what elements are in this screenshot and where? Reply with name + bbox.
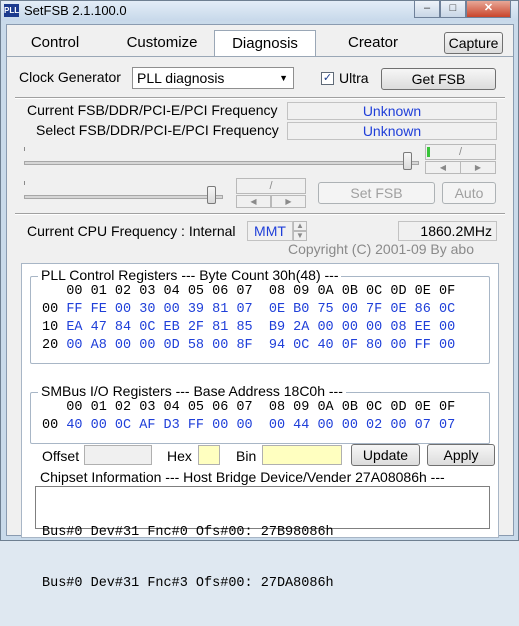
chipset-info-title: Chipset Information --- Host Bridge Devi…: [40, 469, 445, 485]
row-address: 10: [42, 320, 59, 335]
copyright-text: Copyright (C) 2001-09 By abo: [288, 241, 474, 257]
chevron-down-icon: ▼: [279, 73, 288, 83]
ratio-decrease-button[interactable]: ◀: [236, 195, 271, 208]
window-title: SetFSB 2.1.100.0: [24, 3, 127, 18]
offset-label: Offset: [42, 448, 80, 464]
fsb-slider-readout: /: [425, 144, 496, 160]
select-frequency-value: Unknown: [287, 122, 497, 140]
ratio-slider-readout: /: [236, 178, 306, 194]
tab-customize[interactable]: Customize: [117, 33, 207, 55]
pll-registers-title: PLL Control Registers --- Byte Count 30h…: [38, 267, 342, 283]
register-panel: PLL Control Registers --- Byte Count 30h…: [21, 263, 499, 591]
slider-tick: [24, 147, 25, 151]
clock-generator-label: Clock Generator: [19, 69, 121, 85]
update-button[interactable]: Update: [351, 444, 420, 466]
row-bytes[interactable]: 40 00 0C AF D3 FF 00 00 00 44 00 00 02 0…: [66, 418, 455, 433]
clock-generator-select[interactable]: PLL diagnosis ▼: [132, 67, 294, 89]
bin-label: Bin: [236, 448, 257, 464]
app-icon: PLL: [4, 4, 20, 17]
arrow-left-icon: ◀: [250, 197, 257, 206]
row-address: 00: [42, 302, 59, 317]
current-frequency-label: Current FSB/DDR/PCI-E/PCI Frequency: [27, 102, 278, 118]
ultra-label: Ultra: [339, 70, 369, 86]
fsb-decrease-button[interactable]: ◀: [425, 161, 461, 174]
pll-row-00[interactable]: 00 FF FE 00 30 00 39 81 07 0E B0 75 00 7…: [42, 302, 455, 317]
close-button[interactable]: ✕: [466, 1, 511, 18]
row-bytes[interactable]: EA 47 84 0C EB 2F 81 85 B9 2A 00 00 00 0…: [66, 320, 455, 335]
clock-generator-value: PLL diagnosis: [137, 70, 225, 86]
row-bytes[interactable]: FF FE 00 30 00 39 81 07 0E B0 75 00 7F 0…: [66, 302, 455, 317]
minimize-button[interactable]: –: [414, 1, 440, 18]
fsb-increase-button[interactable]: ▶: [460, 161, 496, 174]
offset-input[interactable]: [84, 445, 152, 465]
arrow-up-icon: ▲: [296, 221, 304, 230]
client-area: Control Customize Diagnosis Creator Capt…: [6, 24, 514, 591]
row-bytes[interactable]: 00 A8 00 00 0D 58 00 8F 94 0C 40 0F 80 0…: [66, 338, 455, 353]
mode-up-button[interactable]: ▲: [293, 221, 307, 231]
slider-tick: [24, 181, 25, 185]
mode-down-button[interactable]: ▼: [293, 231, 307, 241]
chipset-line: Bus#0 Dev#31 Fnc#3 Ofs#00: 27DA8086h: [42, 576, 334, 591]
smbus-row-00[interactable]: 00 40 00 0C AF D3 FF 00 00 00 44 00 00 0…: [42, 418, 455, 433]
ratio-increase-button[interactable]: ▶: [271, 195, 306, 208]
auto-button[interactable]: Auto: [442, 182, 496, 204]
maximize-button[interactable]: □: [440, 1, 466, 18]
capture-button[interactable]: Capture: [444, 32, 503, 54]
bin-input[interactable]: [262, 445, 342, 465]
cpu-frequency-label: Current CPU Frequency : Internal: [27, 223, 236, 239]
fsb-slider-thumb[interactable]: [403, 152, 412, 170]
smbus-column-header: 00 01 02 03 04 05 06 07 08 09 0A 0B 0C 0…: [42, 400, 456, 415]
arrow-right-icon: ▶: [285, 197, 292, 206]
pll-row-20[interactable]: 20 00 A8 00 00 0D 58 00 8F 94 0C 40 0F 8…: [42, 338, 455, 353]
set-fsb-button[interactable]: Set FSB: [318, 182, 435, 204]
close-icon: ✕: [483, 2, 494, 14]
row-address: 20: [42, 338, 59, 353]
cpu-frequency-value: 1860.2MHz: [398, 221, 497, 241]
get-fsb-button[interactable]: Get FSB: [381, 68, 496, 90]
chipset-line: Bus#0 Dev#31 Fnc#0 Ofs#00: 27B98086h: [42, 525, 334, 540]
arrow-down-icon: ▼: [296, 231, 304, 240]
minimize-icon: –: [423, 2, 431, 14]
hex-input[interactable]: [198, 445, 220, 465]
pll-row-10[interactable]: 10 EA 47 84 0C EB 2F 81 85 B9 2A 00 00 0…: [42, 320, 455, 335]
current-frequency-value: Unknown: [287, 102, 497, 120]
title-bar[interactable]: PLL SetFSB 2.1.100.0 – □ ✕: [1, 1, 518, 21]
tab-bar: Control Customize Diagnosis Creator Capt…: [7, 25, 513, 57]
chipset-info-list[interactable]: Bus#0 Dev#31 Fnc#0 Ofs#00: 27B98086h Bus…: [35, 486, 490, 591]
pll-column-header: 00 01 02 03 04 05 06 07 08 09 0A 0B 0C 0…: [42, 284, 456, 299]
smbus-registers-title: SMBus I/O Registers --- Base Address 18C…: [38, 383, 346, 399]
apply-button[interactable]: Apply: [427, 444, 495, 466]
ratio-slider-thumb[interactable]: [207, 186, 216, 204]
check-icon: ✓: [322, 72, 333, 84]
row-address: 00: [42, 418, 59, 433]
separator: [15, 97, 505, 99]
fsb-slider-readout-text: /: [458, 146, 463, 158]
level-indicator: [427, 147, 430, 157]
arrow-left-icon: ◀: [439, 163, 447, 172]
select-frequency-label: Select FSB/DDR/PCI-E/PCI Frequency: [36, 122, 279, 138]
arrow-right-icon: ▶: [474, 163, 482, 172]
app-window: PLL SetFSB 2.1.100.0 – □ ✕ Control Custo…: [0, 0, 519, 591]
maximize-icon: □: [449, 2, 457, 14]
ratio-slider-track[interactable]: [24, 195, 223, 199]
ultra-checkbox[interactable]: ✓: [321, 72, 334, 85]
cpu-mode-value: MMT: [247, 221, 293, 241]
fsb-slider-track[interactable]: [24, 161, 419, 165]
tab-control[interactable]: Control: [15, 33, 95, 55]
separator: [15, 213, 505, 215]
tab-diagnosis[interactable]: Diagnosis: [214, 30, 316, 57]
hex-label: Hex: [167, 448, 192, 464]
tab-creator[interactable]: Creator: [333, 33, 413, 55]
